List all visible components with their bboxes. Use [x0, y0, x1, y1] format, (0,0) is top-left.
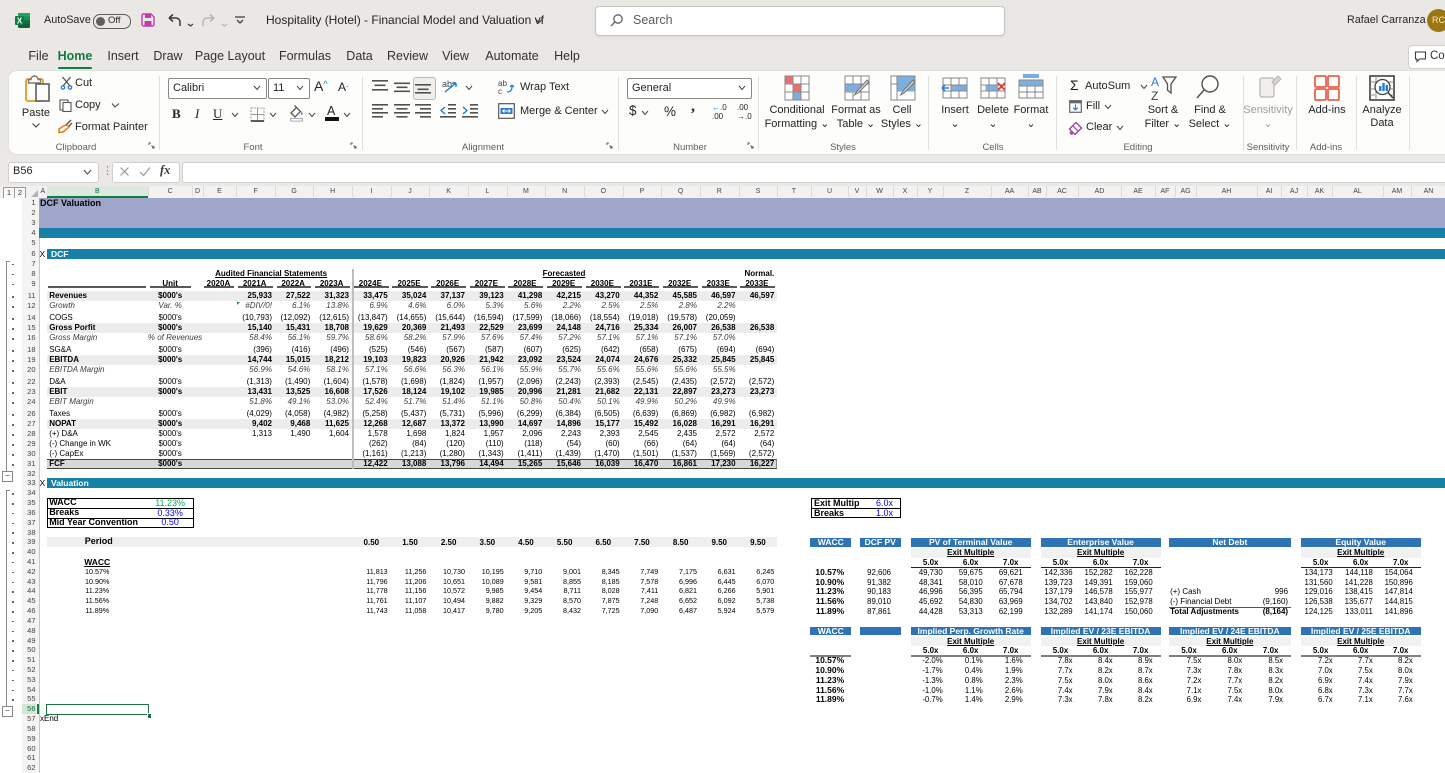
- svg-text:Z: Z: [1151, 89, 1158, 102]
- svg-text:X: X: [17, 17, 23, 26]
- svg-text:c: c: [498, 87, 502, 95]
- svg-text:A: A: [1151, 75, 1159, 89]
